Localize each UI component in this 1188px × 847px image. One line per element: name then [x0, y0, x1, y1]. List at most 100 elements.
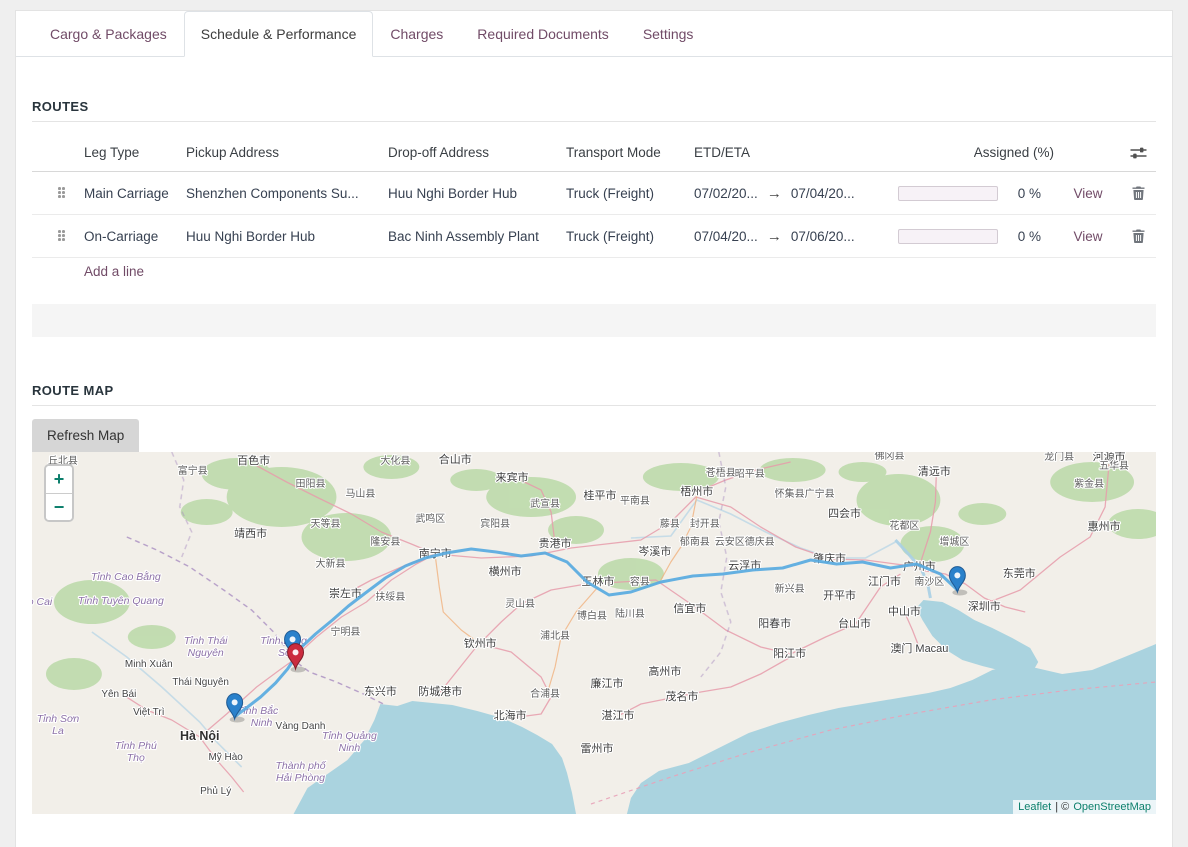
etd-eta-cell[interactable]: 07/04/20... → 07/06/20...: [694, 229, 890, 244]
pickup-address-cell[interactable]: Shenzhen Components Su...: [186, 186, 388, 201]
map-place-label: Tỉnh Cao Bằng: [91, 570, 161, 583]
drag-handle-icon[interactable]: [32, 230, 84, 242]
add-a-line-link[interactable]: Add a line: [84, 264, 144, 279]
map-place-label: Hải Phòng: [276, 772, 325, 784]
map-place-label: 百色市: [237, 453, 270, 467]
map-place-label: Yên Bái: [101, 689, 136, 700]
map-place-label: 大化县: [380, 454, 410, 467]
transport-mode-cell[interactable]: Truck (Freight): [566, 229, 694, 244]
map-place-label: 富宁县: [178, 464, 208, 477]
map-place-label: 茂名市: [665, 689, 698, 703]
leg-type-cell[interactable]: On-Carriage: [84, 229, 186, 244]
map-place-label: Thọ: [127, 753, 145, 764]
list-footer-band: [32, 304, 1156, 337]
map-place-label: 中山市: [888, 604, 921, 618]
etd-value: 07/02/20...: [694, 186, 758, 201]
map-place-label: 澳门 Macau: [890, 641, 948, 655]
notebook-tabs: Cargo & Packages Schedule & Performance …: [16, 11, 1172, 57]
attribution-separator: | ©: [1052, 801, 1072, 813]
tab-schedule-performance[interactable]: Schedule & Performance: [184, 11, 374, 57]
map-place-label: 浦北县: [540, 629, 570, 642]
map-place-label: La: [52, 726, 64, 737]
header-dropoff-address: Drop-off Address: [388, 145, 566, 160]
map-place-label: 四会市: [828, 506, 861, 520]
leg-type-cell[interactable]: Main Carriage: [84, 186, 186, 201]
map-place-label: Phủ Lý: [200, 785, 231, 797]
header-transport-mode: Transport Mode: [566, 145, 694, 160]
eta-value: 07/06/20...: [791, 229, 855, 244]
transport-mode-cell[interactable]: Truck (Freight): [566, 186, 694, 201]
map-place-label: Hà Nội: [180, 729, 219, 743]
delete-row-button[interactable]: [1118, 229, 1158, 243]
zoom-out-button[interactable]: −: [46, 493, 72, 520]
map-place-label: 郁南县: [680, 535, 710, 548]
map-place-label: Tỉnh Sơn: [37, 713, 80, 725]
map-place-label: 信宜市: [673, 601, 706, 615]
map-place-label: 佛冈县: [875, 452, 905, 462]
leaflet-link[interactable]: Leaflet: [1018, 801, 1051, 813]
map-place-label: 花都区: [889, 519, 919, 532]
map-place-label: 开平市: [823, 588, 856, 602]
tab-cargo-packages[interactable]: Cargo & Packages: [33, 11, 184, 57]
map-place-label: 宾阳县: [480, 517, 510, 530]
map-place-label: 田阳县: [296, 478, 326, 490]
view-link-label[interactable]: View: [1073, 229, 1102, 244]
view-link[interactable]: View: [1058, 229, 1118, 244]
dropoff-address-cell[interactable]: Huu Nghi Border Hub: [388, 186, 566, 201]
map-place-label: 龙门县: [1044, 452, 1074, 463]
page: { "tabs": { "active_index": 1, "items": …: [0, 0, 1188, 847]
map-place-label: 广宁县: [805, 487, 835, 500]
map-place-label: Ninh: [339, 743, 361, 754]
map-place-label: Việt Trì: [133, 707, 165, 718]
map-place-label: 合山市: [439, 452, 472, 466]
map-place-label: 平南县: [620, 494, 650, 507]
map-place-label: 南沙区: [914, 575, 944, 588]
arrow-right-icon: →: [767, 229, 782, 244]
map-place-label: 台山市: [838, 616, 871, 630]
map-place-label: Tỉnh Phú: [115, 740, 157, 752]
map-place-label: 北海市: [494, 708, 527, 722]
map-place-label: 天等县: [311, 517, 341, 530]
map-place-label: 博白县: [577, 609, 607, 622]
assigned-pct-value: 0 %: [1018, 229, 1041, 244]
map-place-label: Minh Xuân: [125, 659, 173, 670]
map-place-label: Thái Nguyên: [172, 677, 229, 688]
routes-table: Leg Type Pickup Address Drop-off Address…: [32, 134, 1156, 284]
map-place-label: 德庆县: [745, 535, 775, 548]
tab-required-documents[interactable]: Required Documents: [460, 11, 626, 57]
dropoff-address-cell[interactable]: Bac Ninh Assembly Plant: [388, 229, 566, 244]
tab-settings[interactable]: Settings: [626, 11, 711, 57]
sliders-icon: [1130, 146, 1147, 160]
map-place-label: 武鸣区: [415, 512, 445, 525]
drag-handle-icon[interactable]: [32, 187, 84, 199]
map-place-label: Nguyên: [188, 648, 224, 659]
openstreetmap-link[interactable]: OpenStreetMap: [1073, 801, 1151, 813]
routes-table-header: Leg Type Pickup Address Drop-off Address…: [32, 134, 1156, 172]
view-link[interactable]: View: [1058, 186, 1118, 201]
map-place-label: 惠州市: [1088, 519, 1121, 533]
map-place-label: 合浦县: [530, 687, 560, 700]
map-place-label: Tỉnh Thái: [184, 635, 228, 647]
map-place-label: 东兴市: [364, 684, 397, 698]
map-place-label: o Cai: [32, 597, 53, 608]
route-map[interactable]: 百色市合山市来宾市梧州市清远市河源市桂平市四会市靖西市贵港市南宁市岑溪市肇庆市云…: [32, 452, 1156, 814]
etd-eta-cell[interactable]: 07/02/20... → 07/04/20...: [694, 186, 890, 201]
map-place-label: 防城港市: [418, 684, 462, 698]
map-canvas[interactable]: 百色市合山市来宾市梧州市清远市河源市桂平市四会市靖西市贵港市南宁市岑溪市肇庆市云…: [32, 452, 1156, 814]
pickup-address-cell[interactable]: Huu Nghi Border Hub: [186, 229, 388, 244]
refresh-map-button[interactable]: Refresh Map: [32, 419, 139, 452]
map-place-label: 阳江市: [773, 646, 806, 660]
map-place-label: 钦州市: [464, 636, 497, 650]
header-pickup-address: Pickup Address: [186, 145, 388, 160]
map-place-label: 大新县: [315, 557, 345, 570]
map-place-label: 阳春市: [758, 616, 791, 630]
view-link-label[interactable]: View: [1073, 186, 1102, 201]
optional-columns-icon[interactable]: [1118, 146, 1158, 160]
map-place-label: 扶绥县: [375, 590, 405, 603]
map-place-label: 武宣县: [530, 497, 560, 510]
trash-icon: [1132, 229, 1145, 243]
map-place-label: Mỹ Hào: [208, 752, 243, 763]
delete-row-button[interactable]: [1118, 186, 1158, 200]
zoom-in-button[interactable]: +: [46, 466, 72, 493]
tab-charges[interactable]: Charges: [373, 11, 460, 57]
